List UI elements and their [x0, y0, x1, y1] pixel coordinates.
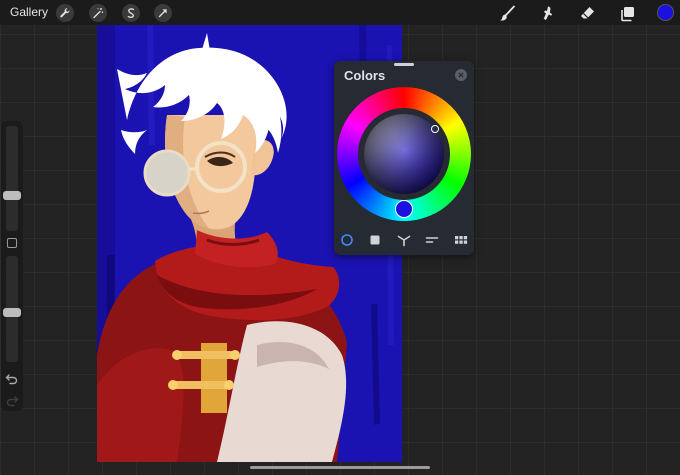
top-toolbar: Gallery	[0, 0, 680, 25]
left-sidebar	[1, 121, 23, 411]
panel-title: Colors	[344, 68, 386, 83]
value-mode-icon[interactable]	[424, 232, 440, 248]
gallery-button[interactable]: Gallery	[10, 5, 48, 19]
brush-icon[interactable]	[497, 3, 517, 23]
transform-arrow-icon[interactable]	[154, 4, 172, 22]
opacity-thumb[interactable]	[3, 307, 21, 317]
hue-handle[interactable]	[395, 200, 413, 218]
magic-wand-icon[interactable]	[89, 4, 107, 22]
saturation-handle[interactable]	[431, 125, 439, 133]
colors-panel: Colors	[334, 61, 474, 255]
classic-mode-icon[interactable]	[367, 232, 383, 248]
close-icon[interactable]	[455, 69, 467, 81]
undo-icon[interactable]	[5, 373, 19, 385]
disc-mode-icon[interactable]	[339, 232, 355, 248]
brush-size-thumb[interactable]	[3, 190, 21, 200]
layers-icon[interactable]	[617, 3, 637, 23]
color-mode-tabs	[334, 230, 474, 250]
brush-size-slider[interactable]	[6, 126, 18, 231]
wrench-icon[interactable]	[56, 4, 74, 22]
harmony-mode-icon[interactable]	[396, 232, 412, 248]
palettes-mode-icon[interactable]	[453, 232, 469, 248]
redo-icon[interactable]	[5, 395, 19, 407]
color-disc[interactable]	[337, 87, 471, 221]
panel-grabber[interactable]	[394, 63, 414, 66]
selection-s-icon[interactable]	[122, 4, 140, 22]
smudge-icon[interactable]	[537, 3, 557, 23]
current-color-swatch[interactable]	[657, 4, 674, 21]
eraser-icon[interactable]	[577, 3, 597, 23]
modify-button[interactable]	[7, 238, 17, 248]
home-indicator[interactable]	[250, 466, 430, 469]
